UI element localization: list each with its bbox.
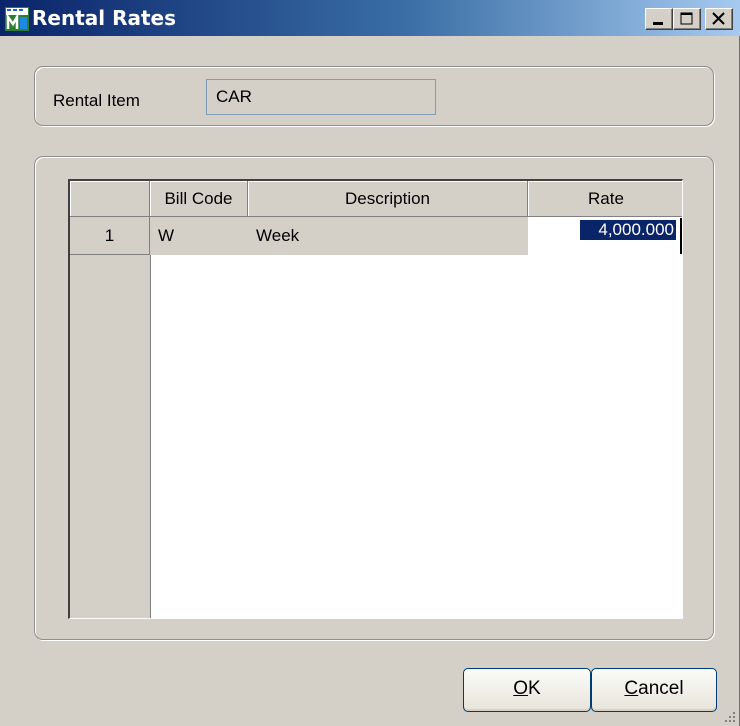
title-bar[interactable]: Rental Rates [0, 0, 740, 36]
maximize-icon [680, 12, 693, 25]
row-number[interactable]: 1 [70, 217, 150, 255]
bill-code-column-header[interactable]: Bill Code [150, 181, 248, 217]
description-cell[interactable]: Week [248, 217, 528, 255]
resize-grip-icon[interactable] [723, 710, 737, 724]
cancel-button[interactable]: Cancel [591, 668, 717, 712]
rental-item-label: Rental Item [53, 91, 140, 110]
rental-item-field[interactable]: CAR [206, 79, 436, 115]
minimize-icon [653, 22, 663, 25]
bill-code-cell[interactable]: W [150, 217, 248, 255]
rate-value[interactable]: 4,000.000 [580, 220, 676, 240]
ok-mnemonic: O [513, 678, 529, 699]
minimize-button[interactable] [645, 8, 673, 30]
ok-button[interactable]: OK [463, 668, 591, 712]
window-title: Rental Rates [32, 6, 177, 30]
rental-rates-window: Rental Rates Rental Item CAR Bill Code D… [0, 0, 740, 726]
corner-header-cell[interactable] [70, 181, 150, 217]
rates-grid[interactable]: Bill Code Description Rate 1 W Week 4,00… [68, 179, 683, 619]
cancel-mnemonic: C [624, 678, 639, 699]
close-icon [712, 12, 725, 25]
description-column-header[interactable]: Description [248, 181, 528, 217]
rate-cell-editor[interactable]: 4,000.000 [528, 218, 682, 254]
close-button[interactable] [705, 8, 733, 30]
cancel-label-rest: ancel [638, 678, 684, 699]
maximize-button[interactable] [673, 8, 701, 30]
rate-column-header[interactable]: Rate [528, 181, 682, 217]
ok-label-rest: K [528, 678, 541, 699]
app-icon[interactable] [5, 7, 29, 31]
